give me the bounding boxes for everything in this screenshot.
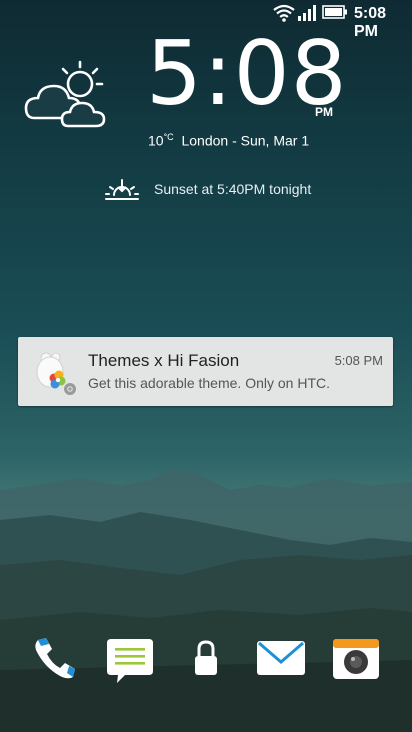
themes-app-icon	[36, 352, 76, 395]
temperature-unit: °C	[163, 132, 174, 142]
partly-cloudy-icon	[24, 60, 106, 128]
mail-shortcut[interactable]	[253, 630, 309, 686]
phone-shortcut[interactable]	[26, 630, 82, 686]
camera-shortcut[interactable]	[328, 630, 384, 686]
lock-icon	[195, 640, 217, 675]
lockscreen-dock	[0, 630, 412, 700]
notification-time: 5:08 PM	[334, 353, 383, 368]
sunset-text: Sunset at 5:40PM tonight	[154, 181, 312, 197]
messages-icon	[107, 639, 153, 683]
sunset-row: Sunset at 5:40PM tonight	[104, 176, 311, 202]
wifi-icon	[273, 4, 295, 22]
location-date: London - Sun, Mar 1	[181, 132, 310, 149]
status-time: 5:08 PM	[354, 5, 387, 40]
battery-icon	[322, 5, 347, 19]
notification-card[interactable]: Themes x Hi Fasion 5:08 PM Get this ador…	[18, 337, 393, 406]
clock-ampm: PM	[315, 105, 333, 119]
messages-shortcut[interactable]	[102, 630, 158, 686]
notification-title: Themes x Hi Fasion	[88, 351, 240, 370]
mail-icon	[257, 641, 305, 675]
temperature-value: 10	[148, 132, 164, 149]
camera-icon	[333, 639, 379, 679]
sunset-icon	[105, 179, 139, 200]
notification-body: Get this adorable theme. Only on HTC.	[88, 375, 330, 391]
signal-icon	[298, 5, 316, 21]
weather-location-date[interactable]: 10°C London - Sun, Mar 1	[148, 132, 309, 149]
phone-icon	[35, 638, 75, 679]
unlock-shortcut[interactable]	[178, 630, 234, 686]
